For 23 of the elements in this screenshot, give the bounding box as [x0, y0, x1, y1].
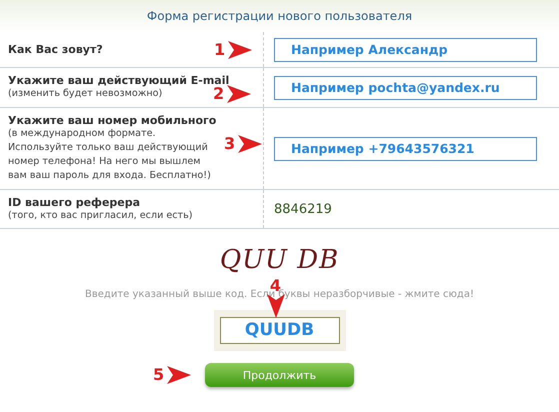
step-number: 1: [214, 42, 226, 58]
step-number: 3: [224, 136, 236, 152]
arrow-icon: [238, 135, 262, 153]
continue-button[interactable]: Продолжить: [205, 363, 354, 387]
field-hint: (в международном формате. Используйте только ваш действующий номер телефона! На него мы вышлем вам ваш пароль для входа. Бесплатно!): [8, 127, 212, 183]
input-field[interactable]: Например Александр: [274, 38, 537, 62]
field-hint: (того, кто вас пригласил, если есть): [8, 208, 193, 222]
form-title: Форма регистрации нового пользователя: [146, 9, 412, 23]
field-label: Укажите ваш номер мобильного: [8, 114, 216, 127]
field-label: ID вашего реферера: [8, 196, 140, 208]
input-field[interactable]: Например +79643576321: [274, 136, 537, 160]
captcha-image: QUU DB: [220, 245, 340, 275]
arrow-icon: [167, 366, 192, 384]
arrow-icon: [227, 85, 252, 103]
step-number: 5: [153, 367, 164, 383]
input-field[interactable]: Например pochta@yandex.ru: [274, 76, 537, 100]
arrow-icon: [228, 41, 252, 59]
step-number: 2: [213, 86, 224, 102]
field-label: Как Вас зовут?: [8, 43, 103, 56]
field-label: Укажите ваш действующий E-mail: [8, 74, 230, 87]
captcha-field[interactable]: QUUDB: [220, 317, 340, 344]
referrer-id: 8846219: [274, 202, 332, 216]
field-hint: (изменить будет невозможно): [8, 87, 162, 101]
